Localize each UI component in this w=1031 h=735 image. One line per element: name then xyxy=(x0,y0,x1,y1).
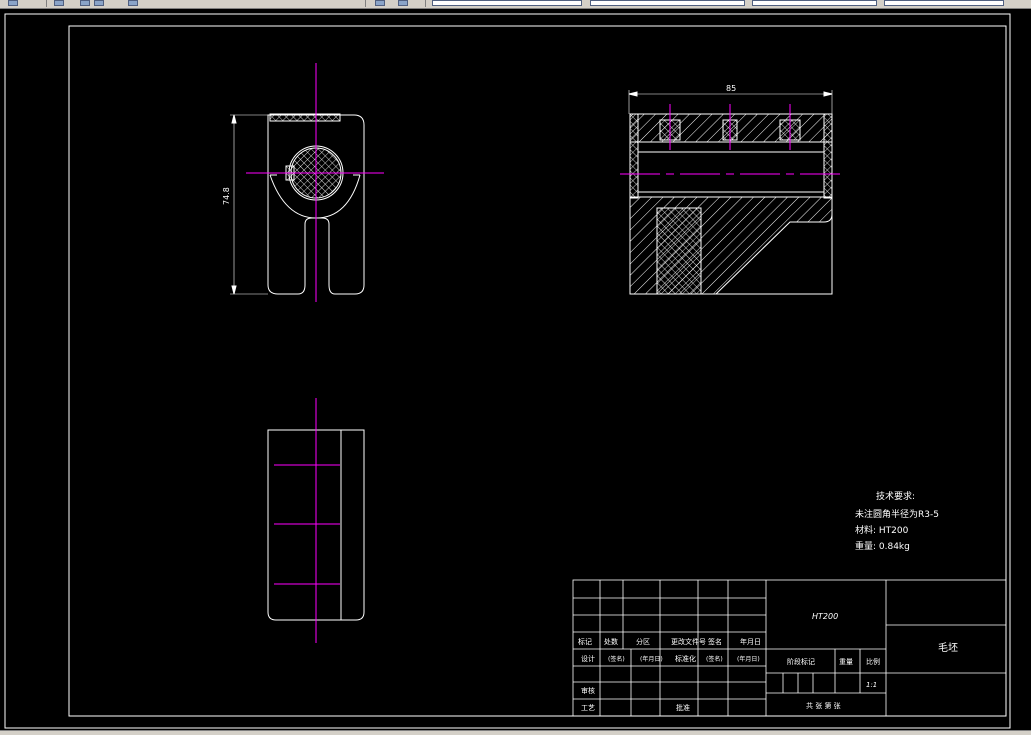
tb-design-date: (年月日) xyxy=(640,655,663,663)
tb-material-code: HT200 xyxy=(812,612,838,621)
tb-stage-mark: 阶段标记 xyxy=(787,657,815,666)
tb-header-count: 处数 xyxy=(604,637,618,646)
inner-frame xyxy=(68,25,1007,717)
tb-std-date: (年月日) xyxy=(737,655,760,663)
cad-drawing-canvas[interactable]: 74.8 85 技术要求: 未注圆角半径为R3-5 材料: HT200 重量: … xyxy=(0,0,1031,734)
title-block-text: 标记 处数 分区 更改文件号 签名 年月日 设计 (签名) (年月日) 标准化 … xyxy=(578,612,958,712)
dimension-total-width: 85 xyxy=(726,84,736,93)
tb-scale-value: 1:1 xyxy=(866,681,877,689)
tb-scale-label: 比例 xyxy=(866,657,880,666)
tech-notes-heading: 技术要求: xyxy=(876,490,915,502)
tb-header-signature: 签名 xyxy=(708,637,722,646)
dimension-total-height: 74.8 xyxy=(222,187,231,205)
tb-process: 工艺 xyxy=(581,704,595,712)
tech-notes-weight: 重量: 0.84kg xyxy=(855,540,910,552)
tb-header-date: 年月日 xyxy=(740,637,761,646)
outer-frame xyxy=(4,13,1011,729)
tb-design: 设计 xyxy=(581,654,595,663)
tb-review: 审核 xyxy=(581,686,595,695)
front-view[interactable] xyxy=(230,113,365,295)
tb-part-name: 毛坯 xyxy=(938,642,958,654)
tb-header-zone: 分区 xyxy=(636,637,650,646)
status-bar xyxy=(0,730,1031,735)
tb-sheet-info: 共 张 第 张 xyxy=(806,701,841,710)
tb-approve: 批准 xyxy=(676,703,690,712)
tech-notes: 技术要求: 未注圆角半径为R3-5 材料: HT200 重量: 0.84kg xyxy=(855,490,939,552)
tb-design-sign: (签名) xyxy=(608,655,625,663)
tb-header-mark: 标记 xyxy=(578,637,592,646)
tech-notes-material: 材料: HT200 xyxy=(855,524,909,536)
tb-header-change-doc: 更改文件号 xyxy=(671,637,706,646)
tb-standardization: 标准化 xyxy=(675,654,696,663)
tb-weight-label: 重量 xyxy=(839,658,853,666)
top-view-centerlines xyxy=(274,398,340,643)
tech-notes-fillet: 未注圆角半径为R3-5 xyxy=(855,508,939,520)
tb-std-sign: (签名) xyxy=(706,655,723,663)
